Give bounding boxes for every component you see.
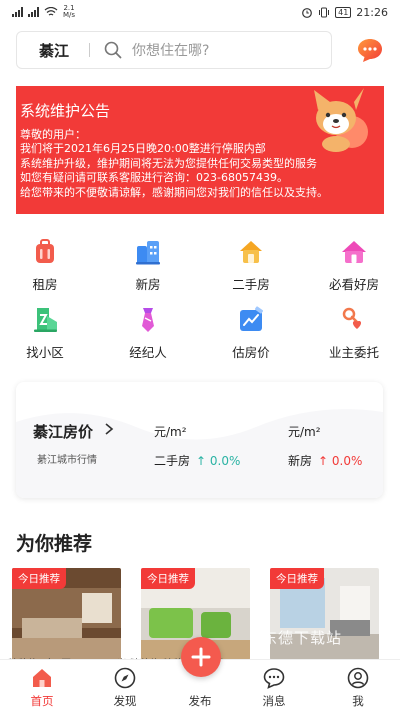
home-icon bbox=[33, 669, 51, 687]
price-trend-card[interactable]: 綦江房价 綦江城市行情 元/m² 二手房 ↑ 0.0% 元/m² 新房 ↑ 0.0% bbox=[16, 382, 383, 498]
search-icon bbox=[104, 41, 122, 59]
nav-label: 我 bbox=[352, 694, 364, 708]
rent-icon bbox=[36, 239, 54, 263]
plus-icon bbox=[191, 647, 211, 667]
agent-icon bbox=[142, 308, 154, 332]
message-icon bbox=[263, 668, 285, 689]
grid-label: 二手房 bbox=[232, 277, 270, 292]
recommend-tag: 今日推荐 bbox=[270, 568, 324, 589]
grid-item-estimate-price[interactable]: 估房价 bbox=[206, 306, 296, 361]
nav-label: 发布 bbox=[188, 694, 212, 708]
grid-label: 业主委托 bbox=[328, 345, 379, 360]
vibrate-icon bbox=[319, 7, 330, 17]
signal-icon bbox=[12, 7, 23, 17]
grid-item-agent[interactable]: 经纪人 bbox=[103, 306, 193, 361]
new-house-icon bbox=[136, 241, 160, 265]
alarm-icon bbox=[302, 7, 313, 18]
second-hand-change: ↑ 0.0% bbox=[196, 454, 241, 468]
grid-label: 估房价 bbox=[232, 345, 270, 360]
wifi-icon bbox=[44, 7, 58, 16]
search-bar[interactable]: 綦江 你想住在哪? bbox=[16, 31, 332, 69]
price-card-subtitle: 綦江城市行情 bbox=[37, 455, 97, 466]
recommend-tag: 今日推荐 bbox=[141, 568, 195, 589]
nav-label: 发现 bbox=[113, 694, 137, 708]
second-hand-price-row: 二手房 ↑ 0.0% bbox=[154, 452, 240, 469]
nav-label: 首页 bbox=[30, 694, 54, 708]
signal-icon-2 bbox=[28, 7, 39, 17]
search-input[interactable]: 你想住在哪? bbox=[132, 40, 209, 60]
battery-icon: 41 bbox=[335, 6, 352, 18]
recommend-section-title: 为你推荐 bbox=[16, 533, 93, 555]
estimate-price-icon bbox=[240, 306, 264, 331]
recommend-tag: 今日推荐 bbox=[12, 568, 66, 589]
grid-label: 经纪人 bbox=[129, 345, 167, 360]
new-house-price-row: 新房 ↑ 0.0% bbox=[288, 452, 362, 469]
new-house-label: 新房 bbox=[288, 454, 313, 468]
clock: 21:26 bbox=[356, 5, 388, 19]
nav-label: 消息 bbox=[262, 694, 286, 708]
second-hand-price-unit: 元/m² bbox=[154, 425, 187, 439]
grid-item-new-house[interactable]: 新房 bbox=[103, 238, 193, 293]
second-hand-house-icon bbox=[240, 241, 262, 263]
city-selector[interactable]: 綦江 bbox=[17, 40, 89, 61]
profile-icon bbox=[347, 667, 369, 689]
new-house-price-unit: 元/m² bbox=[288, 425, 321, 439]
grid-label: 新房 bbox=[135, 277, 161, 292]
chevron-right-icon bbox=[105, 423, 114, 435]
grid-label: 必看好房 bbox=[328, 277, 379, 292]
grid-item-owner-entrust[interactable]: 业主委托 bbox=[309, 306, 399, 361]
find-community-icon bbox=[34, 308, 57, 332]
grid-label: 找小区 bbox=[26, 345, 64, 360]
notice-title: 系统维护公告 bbox=[20, 102, 111, 120]
second-hand-label: 二手房 bbox=[154, 454, 191, 468]
watermark: 东德下载站 bbox=[262, 629, 343, 647]
must-see-house-icon bbox=[342, 241, 366, 263]
nav-home[interactable]: 首页 bbox=[12, 666, 72, 709]
recommend-card-1[interactable]: 今日推荐 bbox=[12, 568, 121, 660]
price-card-title: 綦江房价 bbox=[33, 423, 94, 441]
status-bar: 2.1 M/s 41 21:26 bbox=[0, 0, 400, 24]
notice-line: 系统维护升级，维护期间将无法为您提供任何交易类型的服务 bbox=[20, 156, 317, 170]
notice-line: 给您带来的不便敬请谅解，感谢期间您对我们的信任以及支持。 bbox=[20, 185, 328, 199]
grid-item-second-hand-house[interactable]: 二手房 bbox=[206, 238, 296, 293]
grid-item-find-community[interactable]: 找小区 bbox=[0, 306, 90, 361]
nav-discover[interactable]: 发现 bbox=[95, 666, 155, 709]
divider bbox=[89, 43, 90, 57]
network-speed: 2.1 M/s bbox=[63, 4, 76, 19]
grid-item-rent[interactable]: 租房 bbox=[0, 238, 90, 293]
new-house-change: ↑ 0.0% bbox=[318, 454, 363, 468]
owner-entrust-icon bbox=[342, 307, 362, 329]
dog-mascot-icon bbox=[314, 88, 368, 152]
publish-plus-button[interactable] bbox=[181, 637, 221, 677]
compass-icon bbox=[114, 667, 136, 689]
maintenance-notice-banner[interactable]: 系统维护公告 尊敬的用户： 我们将于2021年6月25日晚20:00整进行停服内… bbox=[16, 86, 384, 214]
notice-line: 如您有疑问请可联系客服进行咨询：023-68057439。 bbox=[20, 171, 288, 185]
nav-profile[interactable]: 我 bbox=[328, 666, 388, 709]
chat-bubble-icon[interactable] bbox=[356, 36, 384, 64]
nav-messages[interactable]: 消息 bbox=[244, 666, 304, 709]
grid-item-must-see-house[interactable]: 必看好房 bbox=[309, 238, 399, 293]
grid-label: 租房 bbox=[32, 277, 58, 292]
